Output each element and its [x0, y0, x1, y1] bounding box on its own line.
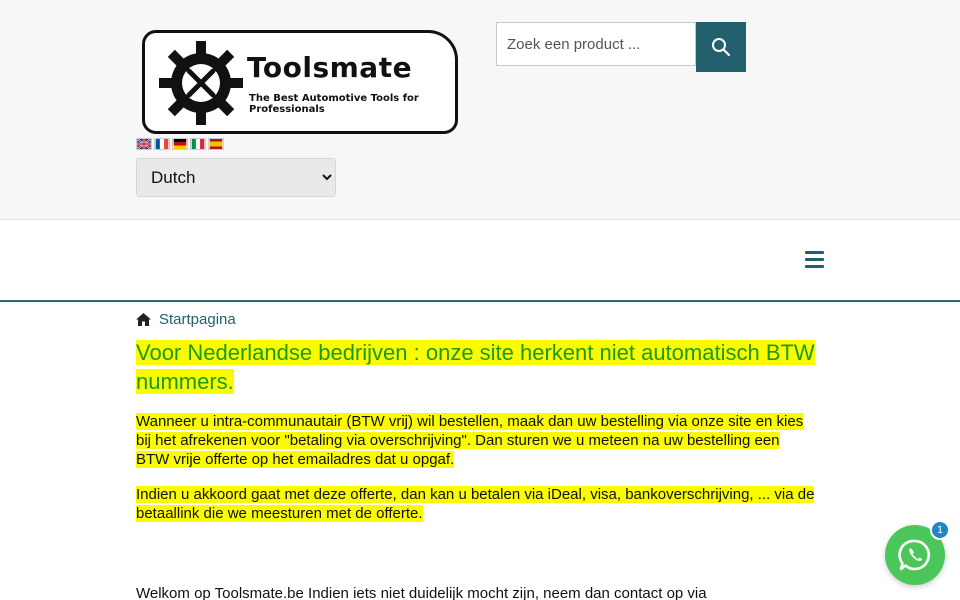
language-flags — [136, 138, 224, 151]
germany-flag-icon[interactable] — [172, 138, 188, 150]
site-header: Toolsmate The Best Automotive Tools for … — [0, 0, 960, 220]
logo-tagline: The Best Automotive Tools for Profession… — [249, 93, 419, 115]
breadcrumb: Startpagina — [136, 311, 236, 328]
italy-flag-icon[interactable] — [190, 138, 206, 150]
search-button[interactable] — [696, 22, 746, 72]
info-paragraph-1: Wanneer u intra-communautair (BTW vrij) … — [136, 412, 816, 469]
search-input[interactable] — [496, 22, 696, 66]
headline-text: Voor Nederlandse bedrijven : onze site h… — [136, 340, 815, 394]
notification-badge: 1 — [930, 520, 950, 540]
site-logo[interactable]: Toolsmate The Best Automotive Tools for … — [142, 30, 458, 134]
info-paragraph-1-text: Wanneer u intra-communautair (BTW vrij) … — [136, 413, 804, 468]
page-headline: Voor Nederlandse bedrijven : onze site h… — [136, 338, 816, 396]
hamburger-menu-icon[interactable] — [805, 251, 824, 268]
search-icon — [712, 38, 731, 57]
welcome-text: Welkom op Toolsmate.be Indien iets niet … — [136, 585, 707, 600]
home-icon[interactable] — [136, 313, 151, 326]
whatsapp-icon — [898, 539, 931, 571]
info-paragraph-2-text: Indien u akkoord gaat met deze offerte, … — [136, 486, 815, 522]
breadcrumb-home-link[interactable]: Startpagina — [159, 311, 236, 328]
main-nav — [0, 220, 960, 302]
gear-tools-icon — [159, 41, 243, 125]
france-flag-icon[interactable] — [154, 138, 170, 150]
uk-flag-icon[interactable] — [136, 138, 152, 150]
main-content: Voor Nederlandse bedrijven : onze site h… — [136, 338, 816, 523]
language-select[interactable]: Dutch — [136, 158, 336, 197]
spain-flag-icon[interactable] — [208, 138, 224, 150]
info-paragraph-2: Indien u akkoord gaat met deze offerte, … — [136, 485, 816, 523]
logo-title: Toolsmate — [247, 51, 413, 84]
